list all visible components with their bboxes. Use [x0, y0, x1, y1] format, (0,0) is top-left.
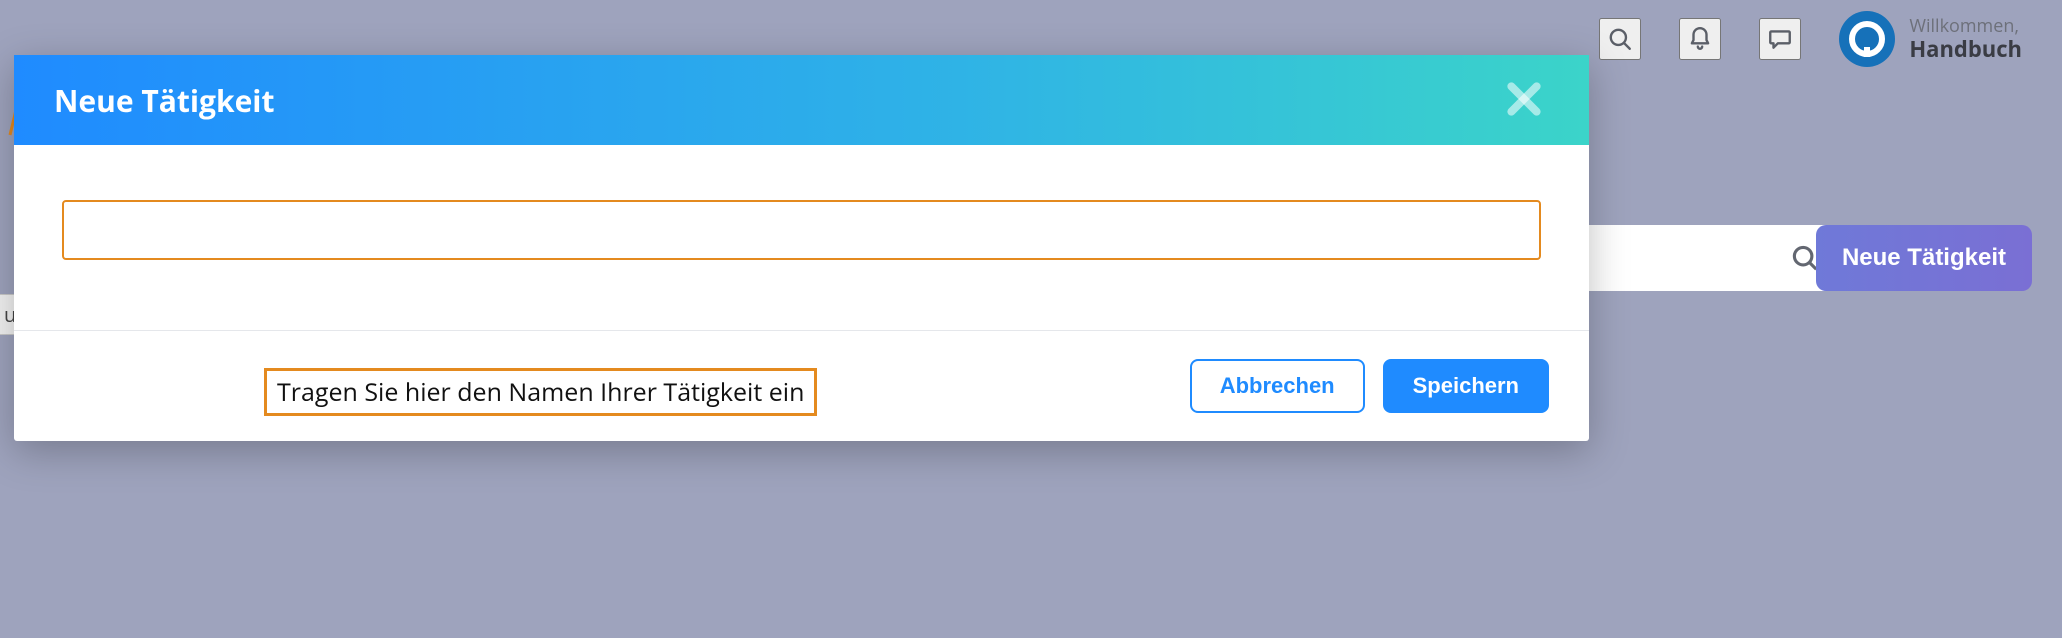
close-icon [1505, 80, 1543, 118]
modal-body [14, 145, 1589, 330]
close-button[interactable] [1499, 74, 1549, 127]
activity-name-input[interactable] [62, 200, 1541, 260]
cancel-button[interactable]: Abbrechen [1190, 359, 1365, 413]
modal-header: Neue Tätigkeit [14, 55, 1589, 145]
search-icon[interactable] [1599, 18, 1641, 60]
header-actions: Willkommen, Handbuch [1599, 0, 2022, 78]
bell-icon[interactable] [1679, 18, 1721, 60]
new-activity-button-bg[interactable]: Neue Tätigkeit [1816, 225, 2032, 291]
user-menu[interactable]: Willkommen, Handbuch [1839, 11, 2022, 67]
annotation-input-hint: Tragen Sie hier den Namen Ihrer Tätigkei… [264, 368, 817, 416]
modal-title: Neue Tätigkeit [54, 80, 274, 121]
avatar [1839, 11, 1895, 67]
welcome-block: Willkommen, Handbuch [1909, 17, 2022, 61]
save-button[interactable]: Speichern [1383, 359, 1549, 413]
chat-icon[interactable] [1759, 18, 1801, 60]
username: Handbuch [1909, 37, 2022, 61]
